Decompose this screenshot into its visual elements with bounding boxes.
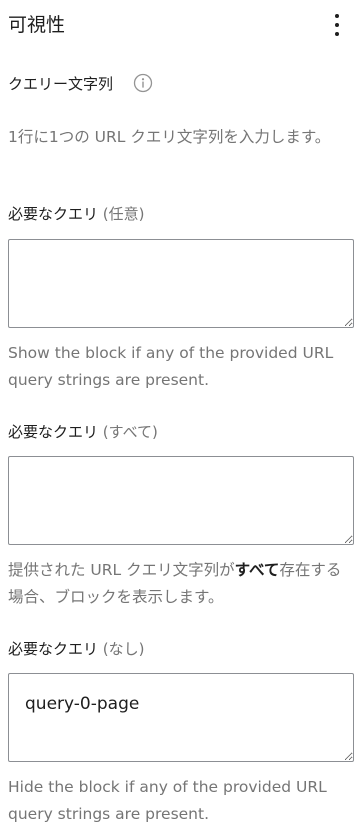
help-text-before: 提供された URL クエリ文字列が [8,561,235,579]
required-queries-none-label: 必要なクエリ (なし) [8,638,145,660]
field-label-text: 必要なクエリ [8,423,99,441]
required-queries-none-input[interactable]: query-0-page [8,673,354,762]
field-label-qualifier: (すべて) [102,423,158,441]
field-label-text: 必要なクエリ [8,640,99,658]
required-queries-all-help: 提供された URL クエリ文字列がすべて存在する場合、ブロックを表示します。 [8,557,348,611]
panel-title: 可視性 [8,14,66,36]
panel-header: 可視性 [8,10,355,40]
required-queries-all-label: 必要なクエリ (すべて) [8,421,158,443]
more-vertical-icon-dot [335,23,339,27]
more-vertical-icon [335,14,339,18]
more-options-button[interactable] [329,10,345,40]
info-icon[interactable] [133,73,153,93]
required-queries-any-help: Show the block if any of the provided UR… [8,344,334,389]
query-strings-label: クエリー文字列 [8,75,114,93]
visibility-panel: 可視性 クエリー文字列 1行に1つの URL クエリ文字列を入力します。 必要な… [0,0,363,829]
required-queries-any-input[interactable] [8,239,354,328]
more-vertical-icon-dot [335,32,339,36]
help-text-bold: すべて [234,561,280,579]
required-queries-any-label: 必要なクエリ (任意) [8,203,145,225]
field-label-qualifier: (任意) [102,205,145,223]
query-strings-help: 1行に1つの URL クエリ文字列を入力します。 [8,128,331,146]
required-queries-none-help: Hide the block if any of the provided UR… [8,778,327,823]
field-label-text: 必要なクエリ [8,205,99,223]
field-label-qualifier: (なし) [102,640,145,658]
required-queries-all-input[interactable] [8,456,354,545]
